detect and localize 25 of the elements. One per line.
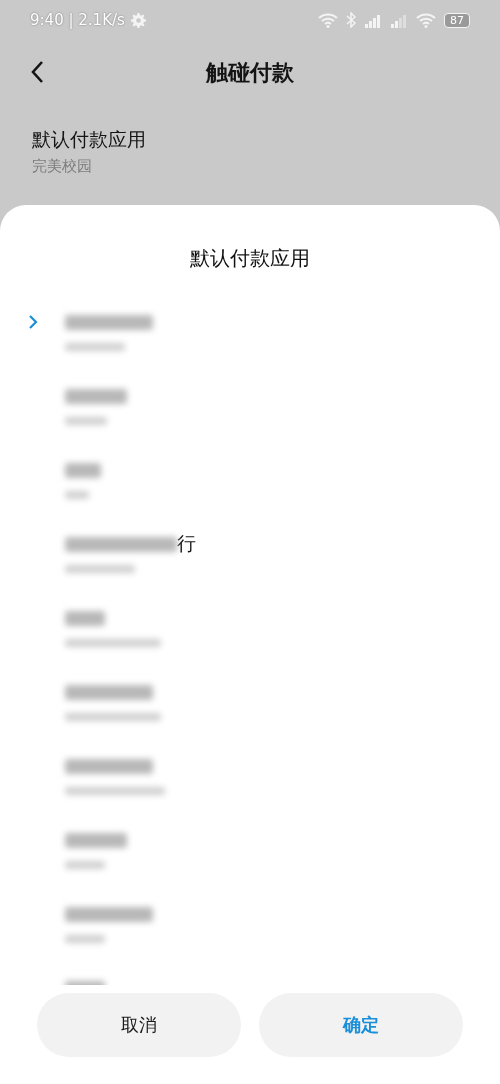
- page-title: 触碰付款: [206, 58, 294, 87]
- blurred-text: [65, 832, 127, 848]
- back-icon[interactable]: [30, 60, 44, 84]
- signal-icon: [390, 12, 408, 28]
- bluetooth-icon: [346, 12, 356, 28]
- wifi-icon: [416, 12, 436, 28]
- blurred-text: [65, 610, 105, 626]
- blurred-text: [65, 388, 127, 404]
- blurred-text: [65, 491, 89, 499]
- blurred-text: [65, 935, 105, 943]
- blurred-text: [65, 462, 101, 478]
- battery-level: 87: [444, 12, 470, 28]
- blurred-text: [65, 861, 105, 869]
- gear-icon: [130, 12, 146, 28]
- blurred-text: [65, 565, 135, 573]
- sheet-title: 默认付款应用: [189, 244, 311, 272]
- wifi-icon: [318, 12, 338, 28]
- signal-icon: [364, 12, 382, 28]
- chevron-icon: [27, 314, 38, 330]
- blurred-text: [65, 417, 107, 425]
- cancel-button[interactable]: 取消: [37, 993, 241, 1057]
- option-text: 行: [177, 531, 196, 556]
- blurred-text: [65, 343, 125, 351]
- setting-value: 完美校园: [32, 157, 92, 176]
- setting-label: 默认付款应用: [32, 127, 146, 152]
